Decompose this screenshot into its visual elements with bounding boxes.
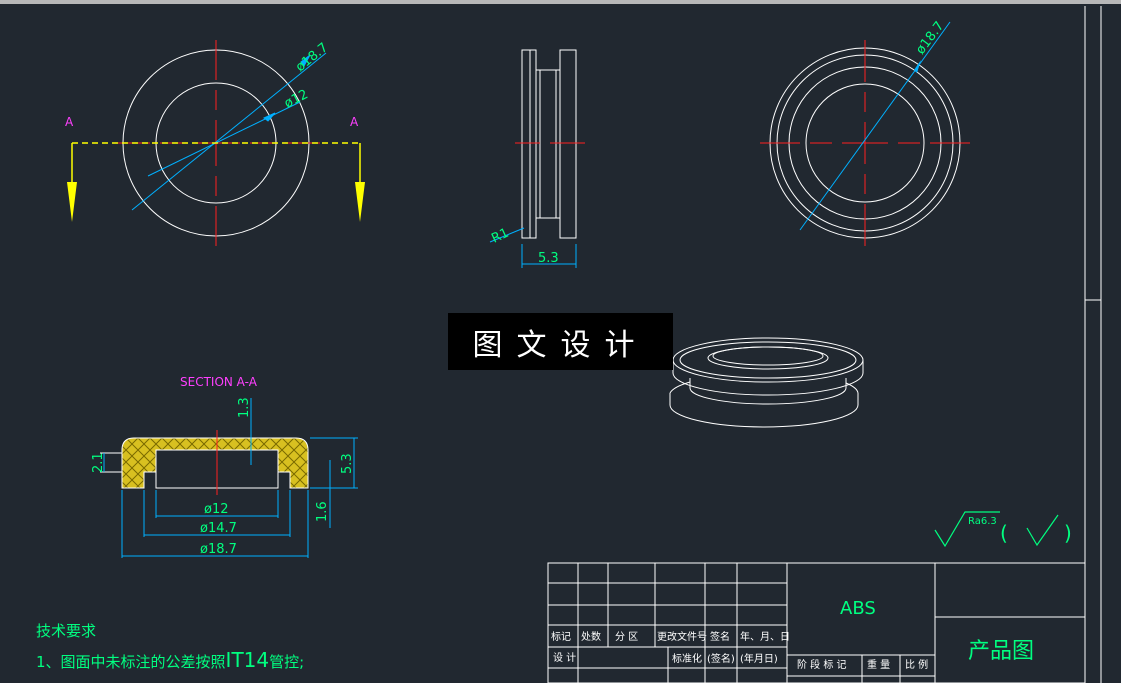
dim-section-d147: ø14.7 [200, 521, 237, 536]
tb-label-signature: 签名 [710, 630, 730, 643]
title-block-material: ABS [840, 598, 876, 619]
tb-design: 设 计 [553, 651, 576, 664]
notes-line1-suffix: 管控; [269, 653, 304, 671]
tb-scale: 比 例 [905, 658, 928, 671]
right-view: ø18.7 [760, 19, 970, 246]
watermark-banner: 图文设计 [448, 313, 673, 370]
tb-stage-mark: 阶 段 标 记 [797, 658, 847, 671]
dim-section-height: 5.3 [340, 453, 355, 474]
notes-line1-it: IT14 [226, 648, 270, 672]
tb-label-date: 年、月、日 [740, 630, 790, 643]
dim-section-d187: ø18.7 [200, 542, 237, 557]
tb-weight: 重 量 [867, 658, 890, 671]
roughness-close: ) [1064, 521, 1072, 545]
tb-label-count: 处数 [581, 630, 601, 643]
tb-date-paren: (年月日) [740, 652, 778, 665]
section-view: ø12 ø14.7 ø18.7 5.3 1.6 1.3 2.1 [91, 397, 358, 558]
isometric-view [669, 337, 864, 428]
tb-label-mark: 标记 [551, 631, 571, 643]
dim-radius-label: R1 [489, 226, 511, 247]
dim-section-d12: ø12 [204, 502, 229, 517]
tb-standardization: 标准化 [672, 652, 702, 665]
tb-label-change-doc: 更改文件号 [657, 630, 707, 643]
notes-line1-prefix: 1、图面中未标注的公差按照 [36, 653, 226, 671]
dim-inner-diameter-label: ø12 [282, 87, 311, 111]
notes-heading: 技术要求 [36, 622, 96, 640]
section-mark-right: A [350, 115, 359, 129]
section-arrow-right [355, 182, 365, 222]
dim-outer-diameter-label: ø18.7 [293, 40, 331, 75]
title-block-drawing-name: 产品图 [968, 639, 1034, 664]
roughness-value: Ra6.3 [968, 516, 997, 527]
window-top-border [0, 0, 1121, 4]
section-arrow-left [67, 182, 77, 222]
dim-right-diameter-label: ø18.7 [913, 19, 947, 58]
section-title: SECTION A-A [180, 375, 258, 389]
roughness-open: ( [1000, 521, 1008, 545]
notes-line1: 1、图面中未标注的公差按照IT14管控; [36, 648, 304, 672]
tb-signature-paren: (签名) [707, 652, 735, 665]
dim-side-width-label: 5.3 [538, 251, 559, 266]
dim-section-top: 1.3 [237, 397, 252, 418]
top-view: ø18.7 ø12 A A [65, 40, 365, 246]
drawing-frame [1084, 6, 1102, 683]
dim-section-left: 2.1 [91, 452, 106, 473]
tb-label-zone: 分 区 [615, 631, 638, 643]
dim-section-lower: 1.6 [315, 501, 330, 522]
section-mark-left: A [65, 115, 74, 129]
